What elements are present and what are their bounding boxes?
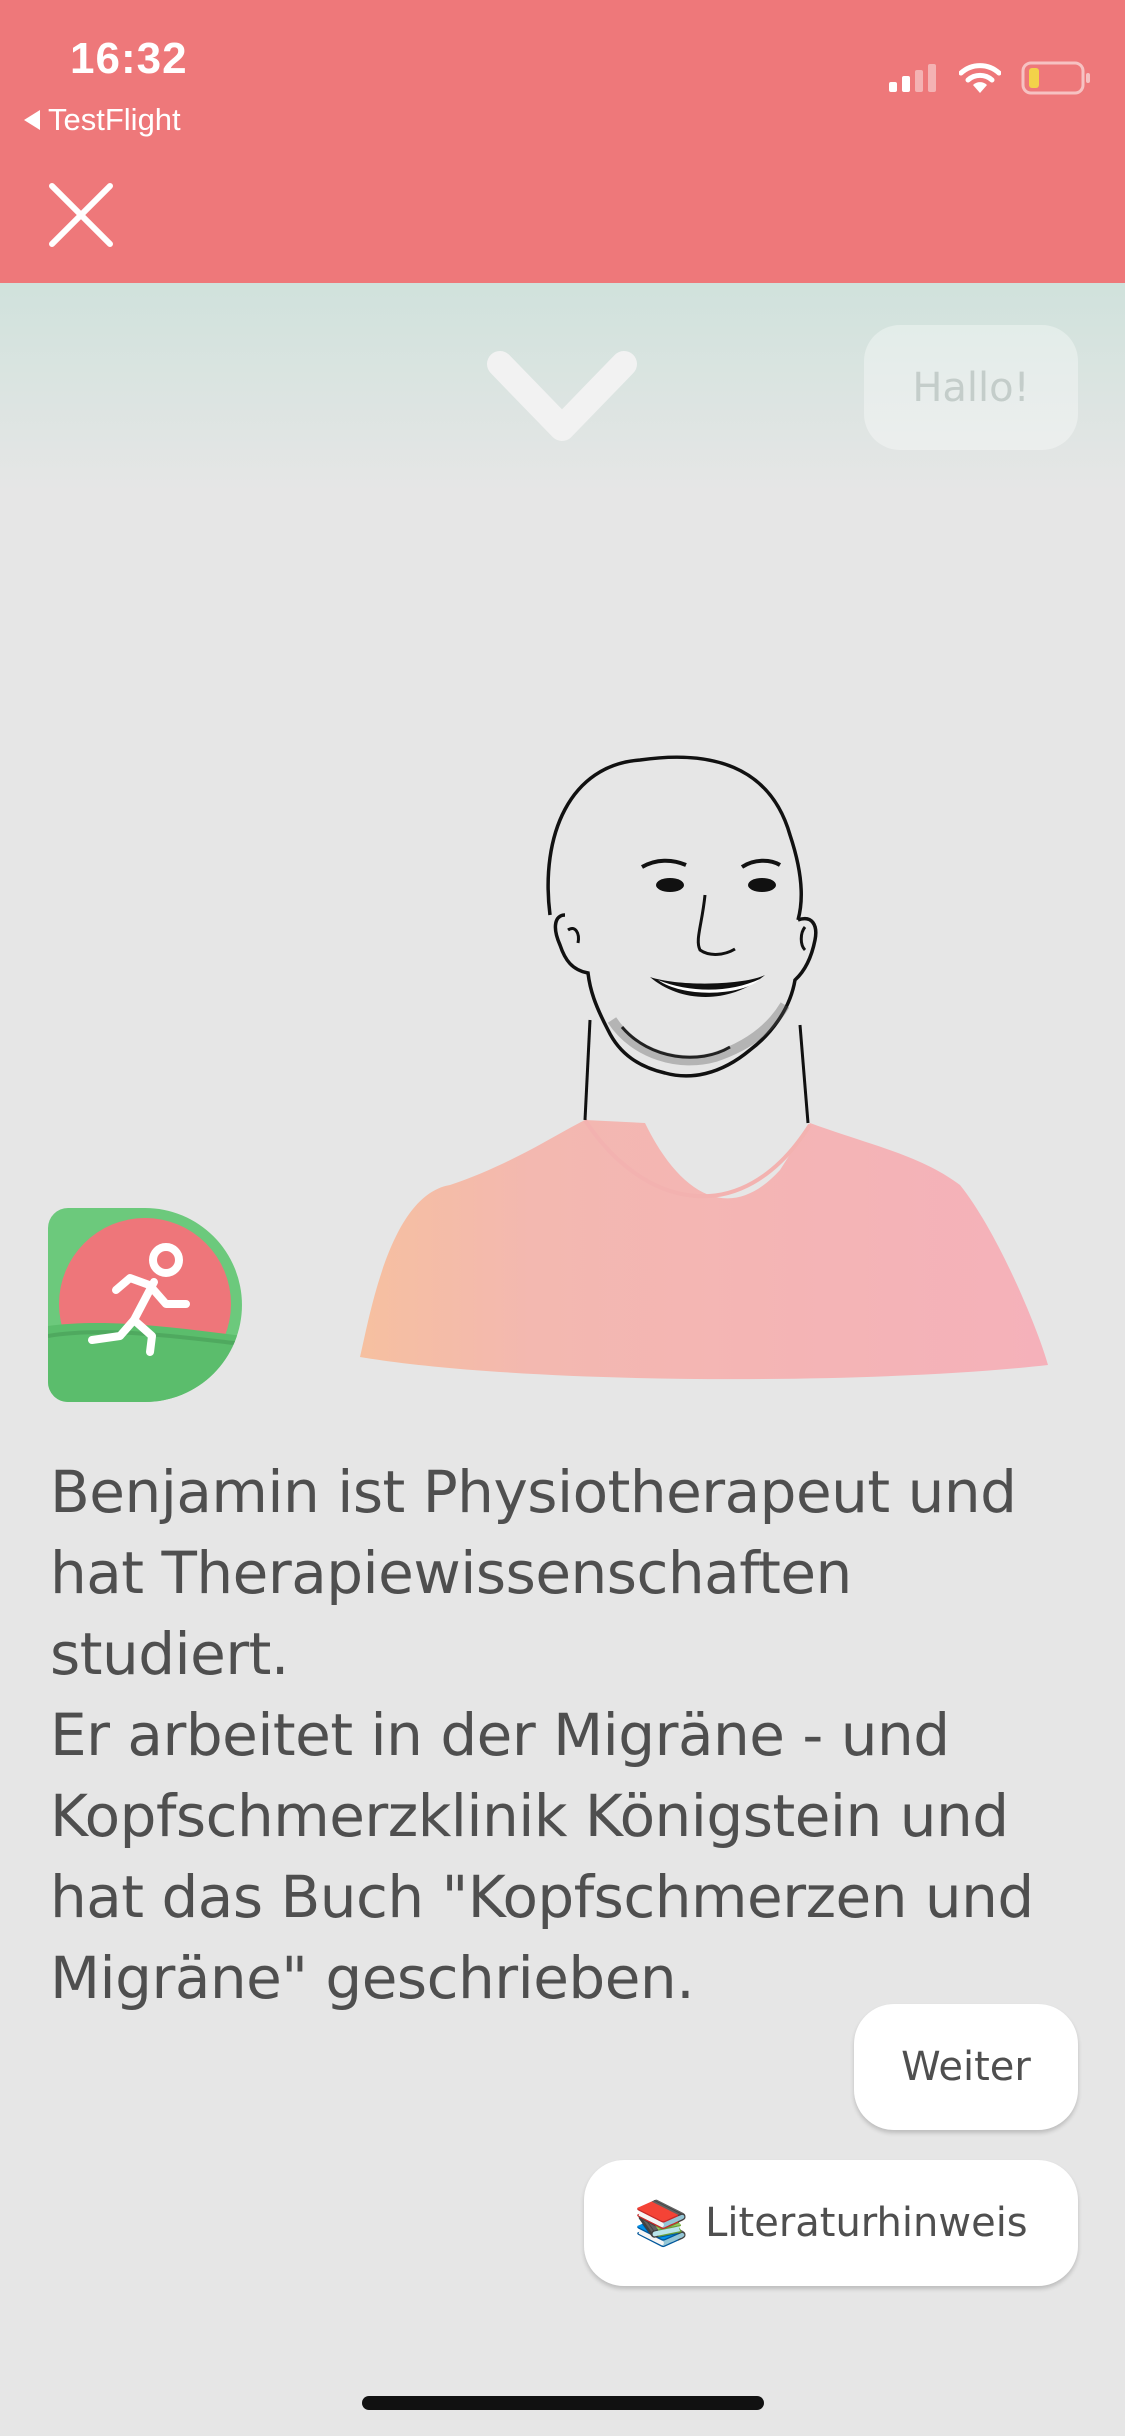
back-to-app-link[interactable]: TestFlight <box>24 102 181 138</box>
literature-button[interactable]: 📚 Literaturhinweis <box>584 2160 1078 2286</box>
wifi-icon <box>959 63 1001 93</box>
battery-low-icon <box>1021 61 1090 95</box>
bio-line: hat das Buch "Kopfschmerzen und <box>50 1863 1034 1931</box>
speaker-bio: Benjamin ist Physiotherapeut und hat The… <box>50 1452 1090 2019</box>
previous-chat-bubble: Hallo! <box>864 325 1078 450</box>
bio-line: Er arbeitet in der Migräne - und <box>50 1701 950 1769</box>
continue-button[interactable]: Weiter <box>854 2004 1078 2130</box>
continue-label: Weiter <box>901 2044 1031 2090</box>
bio-line: Benjamin ist Physiotherapeut und <box>50 1458 1017 1526</box>
books-icon: 📚 <box>634 2198 690 2249</box>
bio-line: hat Therapiewissenschaften studiert. <box>50 1539 852 1688</box>
chevron-down-icon[interactable] <box>486 350 638 454</box>
cellular-signal-icon <box>889 64 936 92</box>
running-person-icon <box>48 1208 242 1402</box>
benjamin-portrait <box>360 755 1048 1380</box>
bio-line: Kopfschmerzklinik Königstein und <box>50 1782 1009 1850</box>
back-app-label: TestFlight <box>48 102 181 137</box>
status-icons <box>889 60 1091 96</box>
status-time: 16:32 <box>70 34 188 83</box>
close-icon[interactable] <box>46 180 116 250</box>
literature-label: Literaturhinweis <box>705 2200 1028 2246</box>
header-bar: 16:32 TestFlight <box>0 0 1125 283</box>
home-indicator[interactable] <box>362 2396 764 2410</box>
back-arrow-icon <box>24 110 40 130</box>
